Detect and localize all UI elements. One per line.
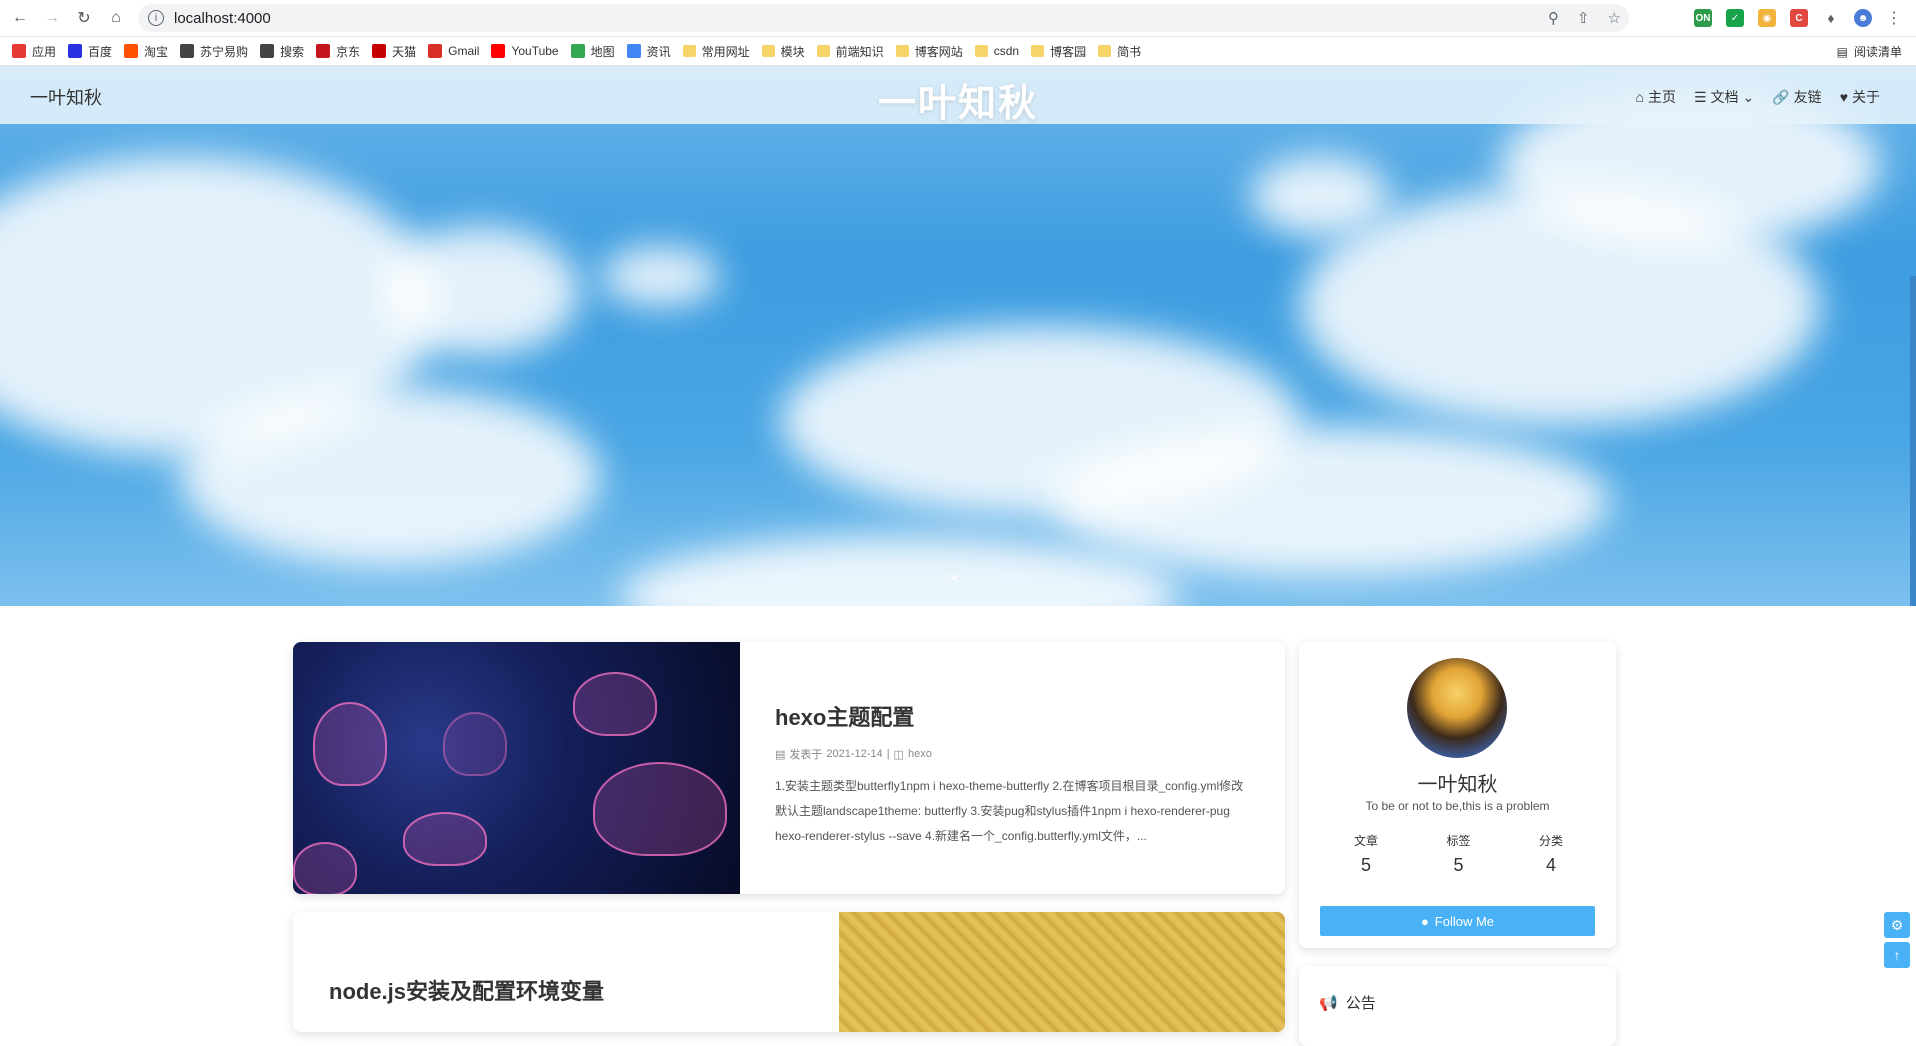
post-cover-image[interactable]: [839, 912, 1285, 1032]
reading-list-icon: ▤: [1836, 44, 1848, 59]
home-icon[interactable]: ⌂: [100, 2, 132, 34]
puzzle-icon[interactable]: ♦: [1822, 9, 1840, 27]
bookmark-item[interactable]: 苏宁易购: [180, 43, 248, 60]
scroll-down-icon[interactable]: ⌄: [945, 560, 963, 586]
bookmark-favicon-icon: [12, 44, 26, 58]
bookmark-item[interactable]: 地图: [570, 43, 615, 60]
bookmark-item[interactable]: 搜索: [260, 43, 304, 60]
c-extension-icon[interactable]: C: [1790, 9, 1808, 27]
bookmark-item[interactable]: 博客网站: [895, 43, 963, 60]
post-title[interactable]: node.js安装及配置环境变量: [329, 974, 604, 1006]
reload-icon[interactable]: ↻: [68, 2, 100, 34]
site-title: 一叶知秋: [877, 83, 1038, 125]
bookmark-item[interactable]: Gmail: [428, 44, 479, 58]
post-excerpt: 1.安装主题类型butterfly1npm i hexo-theme-butte…: [775, 779, 1244, 843]
menu-home[interactable]: ⌂ 主页: [1635, 87, 1675, 107]
folder-icon: [682, 45, 696, 57]
bookmark-favicon-icon: [491, 44, 506, 58]
back-arrow-icon[interactable]: ←: [4, 2, 36, 34]
share-icon[interactable]: ⇧: [1577, 9, 1590, 27]
menu-links[interactable]: 🔗 友链: [1772, 87, 1821, 107]
bookmark-item[interactable]: 常用网址: [682, 43, 750, 60]
bookmark-item[interactable]: 天猫: [372, 43, 416, 60]
scrollbar[interactable]: [1910, 276, 1916, 606]
post-meta: ▤ 发表于 2021-12-14 | ◫ hexo: [775, 748, 932, 761]
site-stats: 文章 5 标签 5 分类 4: [1321, 832, 1596, 876]
settings-gear-icon[interactable]: ⚙: [1884, 912, 1910, 938]
folder-icon: [895, 45, 909, 57]
author-motto: To be or not to be,this is a problem: [1365, 799, 1550, 813]
stat-categories[interactable]: 分类 4: [1506, 832, 1596, 876]
menu-about[interactable]: ♥ 关于: [1840, 87, 1880, 107]
main-content: hexo主题配置 ▤ 发表于 2021-12-14 | ◫ hexo 1.安装主…: [0, 606, 1916, 1046]
stat-articles[interactable]: 文章 5: [1321, 832, 1411, 876]
site-menu: ⌂ 主页 ☰ 文档 ⌄ 🔗 友链 ♥ 关于: [1635, 87, 1880, 107]
avatar: [1407, 658, 1507, 758]
folder-icon: [816, 45, 830, 57]
folder-icon: [1031, 45, 1045, 57]
bookmark-item[interactable]: 简书: [1098, 43, 1141, 60]
github-icon: ●: [1420, 913, 1429, 929]
bookmark-item[interactable]: 京东: [316, 43, 360, 60]
bookmark-favicon-icon: [124, 44, 139, 58]
palette-icon[interactable]: ◉: [1758, 9, 1776, 27]
home-icon: ⌂: [1635, 89, 1644, 105]
bookmark-item[interactable]: 百度: [68, 43, 112, 60]
list-icon: ☰: [1693, 88, 1707, 105]
bookmark-favicon-icon: [626, 44, 641, 58]
folder-icon: [1098, 45, 1112, 57]
bookmark-item[interactable]: 博客园: [1031, 43, 1086, 60]
zoom-icon[interactable]: ⚲: [1548, 9, 1559, 27]
stat-tags[interactable]: 标签 5: [1414, 832, 1504, 876]
site-navbar: 一叶知秋 一叶知秋 ⌂ 主页 ☰ 文档 ⌄ 🔗 友链 ♥ 关于: [0, 66, 1916, 125]
announcement-title: 公告: [1345, 995, 1376, 1012]
bookmark-item[interactable]: 模块: [761, 43, 805, 60]
bookmark-item[interactable]: 淘宝: [124, 43, 168, 60]
back-to-top-icon[interactable]: ↑: [1884, 942, 1910, 968]
bookmark-favicon-icon: [428, 44, 443, 58]
folder-icon: [761, 45, 775, 57]
bookmark-favicon-icon: [316, 44, 331, 58]
post-card[interactable]: node.js安装及配置环境变量: [293, 912, 1285, 1032]
author-card: 一叶知秋 To be or not to be,this is a proble…: [1299, 642, 1616, 948]
folder-icon: [974, 45, 988, 57]
forward-arrow-icon[interactable]: →: [36, 2, 68, 34]
hero-banner: [0, 66, 1916, 606]
post-card[interactable]: hexo主题配置 ▤ 发表于 2021-12-14 | ◫ hexo 1.安装主…: [293, 642, 1285, 894]
reading-list-button[interactable]: ▤ 阅读清单: [1837, 43, 1902, 60]
announcement-card: 📢 公告: [1299, 966, 1616, 1046]
shield-icon[interactable]: ✓: [1726, 9, 1744, 27]
bookmarks-bar: 应用 百度 淘宝 苏宁易购 搜索 京东 天猫 Gmail YouTube 地图 资讯 常用网址 模块 前端…: [0, 37, 1916, 66]
bookmark-item[interactable]: csdn: [974, 44, 1019, 58]
author-name: 一叶知秋: [1417, 774, 1498, 796]
post-cover-image[interactable]: [293, 642, 740, 894]
bookmark-item[interactable]: 前端知识: [816, 43, 884, 60]
calendar-icon: ▤: [775, 748, 786, 761]
bookmark-favicon-icon: [372, 44, 387, 58]
post-category[interactable]: hexo: [908, 748, 932, 760]
bookmark-favicon-icon: [180, 44, 195, 58]
bookmark-favicon-icon: [570, 44, 585, 58]
bookmark-star-icon[interactable]: ☆: [1608, 9, 1621, 27]
follow-me-button[interactable]: ● Follow Me: [1320, 906, 1595, 936]
address-bar[interactable]: i localhost:4000 ⚲ ⇧ ☆: [138, 4, 1629, 32]
megaphone-icon: 📢: [1319, 994, 1338, 1012]
bookmark-item[interactable]: 资讯: [626, 43, 671, 60]
bookmark-favicon-icon: [68, 44, 83, 58]
extension-on-icon[interactable]: ON: [1694, 9, 1712, 27]
bookmark-favicon-icon: [260, 44, 275, 58]
bookmark-item[interactable]: 应用: [12, 43, 56, 60]
bookmark-item[interactable]: YouTube: [491, 44, 559, 58]
folder-icon: ◫: [893, 748, 904, 761]
site-info-icon[interactable]: i: [148, 10, 164, 26]
chevron-down-icon: ⌄: [1742, 88, 1755, 105]
heart-icon: ♥: [1839, 89, 1848, 105]
menu-docs[interactable]: ☰ 文档 ⌄: [1694, 87, 1754, 107]
url-text[interactable]: localhost:4000: [174, 10, 271, 27]
menu-dots-icon[interactable]: ⋮: [1886, 8, 1902, 28]
browser-toolbar: ← → ↻ ⌂ i localhost:4000 ⚲ ⇧ ☆ ON ✓ ◉ C …: [0, 0, 1916, 37]
profile-avatar-icon[interactable]: ☻: [1854, 9, 1872, 27]
post-title[interactable]: hexo主题配置: [775, 700, 1255, 732]
link-icon: 🔗: [1772, 88, 1790, 105]
